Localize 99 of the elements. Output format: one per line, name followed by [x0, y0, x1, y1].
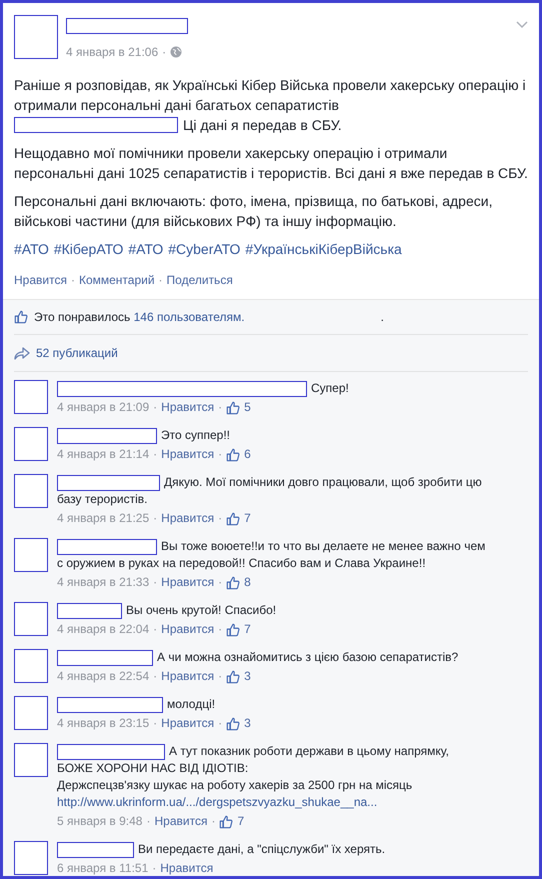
like-link[interactable]: Нравится	[161, 574, 214, 591]
comment-time[interactable]: 4 января в 21:14	[57, 446, 150, 463]
avatar-placeholder	[14, 538, 48, 572]
comment-text: А тут показник роботи держави в цьому напрямку,	[169, 743, 449, 760]
separator: ·	[153, 446, 158, 463]
dot: .	[380, 309, 384, 326]
hashtag-link[interactable]: #УкраїнськіКіберВійська	[245, 239, 402, 259]
separator: ·	[218, 446, 222, 463]
like-link[interactable]: Нравится	[154, 813, 208, 830]
like-link[interactable]: Нравится	[161, 621, 214, 638]
separator: ·	[146, 813, 150, 830]
comment-time[interactable]: 4 января в 21:33	[57, 574, 150, 591]
comment-text: Это суппер!!	[161, 427, 230, 444]
globe-icon	[170, 46, 182, 58]
comment-text: БОЖЕ ХОРОНИ НАС ВІД ІДІОТІВ:	[57, 760, 250, 777]
thumbs-up-icon	[219, 814, 234, 828]
action-link[interactable]: Комментарий	[78, 271, 155, 289]
separator: ·	[153, 510, 158, 527]
thumbs-up-icon	[226, 400, 240, 414]
avatar-placeholder	[14, 602, 48, 636]
shares-link[interactable]: 52 публикаций	[36, 344, 118, 362]
comment-text: с оружием в руках на передовой!! Спасибо вам и Слава Украине!!	[57, 555, 427, 572]
comment-text: Супер!	[311, 380, 349, 397]
thumbs-up-icon	[226, 448, 240, 462]
avatar-placeholder	[14, 743, 48, 777]
thumbs-up-icon	[226, 670, 240, 684]
post-text: Ці дані я передав в СБУ.	[183, 116, 342, 135]
like-count[interactable]: 6	[244, 446, 251, 463]
comment-link[interactable]: http://www.ukrinform.ua/.../dergspetszvyazku_shukae__na...	[57, 794, 528, 811]
comment-text: Держспецзв'язку шукає на роботу хакерів за 2500 грн на місяць	[57, 777, 414, 794]
likes-link[interactable]: 146 пользователям.	[134, 310, 245, 324]
chevron-down-icon[interactable]	[516, 21, 528, 29]
like-link[interactable]: Нравится	[161, 510, 214, 527]
comment-time[interactable]: 4 января в 22:54	[57, 668, 150, 685]
like-count[interactable]: 3	[244, 668, 251, 685]
separator: ·	[153, 668, 158, 685]
comment-time[interactable]: 4 января в 21:09	[57, 399, 150, 416]
avatar-placeholder	[14, 380, 48, 414]
hashtag-link[interactable]: #АТО	[14, 239, 49, 259]
separator: ·	[218, 574, 222, 591]
comment-time[interactable]: 4 января в 23:15	[57, 715, 150, 732]
comment-text: А чи можна ознайомитись з цією базою сепаратистів?	[157, 649, 458, 666]
likes-summary: Это понравилось 146 пользователям.	[34, 309, 245, 326]
post-text: Нещодавно мої помічники провели хакерську операцію і отримали персональні дані 1025 сепаратистів і терористів. Всі дані я вже передав в СБУ.	[14, 145, 528, 181]
redaction-box	[57, 602, 122, 618]
thumbs-up-icon	[14, 310, 28, 324]
thumbs-up-icon	[226, 716, 240, 730]
like-link[interactable]: Нравится	[161, 446, 214, 463]
avatar-placeholder	[14, 427, 48, 461]
like-count[interactable]: 7	[237, 813, 244, 830]
thumbs-up-icon	[226, 512, 240, 526]
thumbs-up-icon	[226, 576, 240, 590]
separator: ·	[153, 715, 158, 732]
separator: ·	[218, 715, 222, 732]
like-count[interactable]: 5	[244, 399, 251, 416]
comment-time[interactable]: 5 января в 9:48	[57, 813, 142, 830]
hashtag-link[interactable]: #КіберАТО	[54, 239, 124, 259]
separator: ·	[70, 272, 75, 289]
post-text: Персональні дані включають: фото, імена, прізвища, по батькові, адреси, військові частини (для військових РФ) та іншу інформацію.	[14, 193, 492, 229]
separator: ·	[211, 813, 216, 830]
thumbs-up-icon	[226, 622, 240, 636]
comment-time[interactable]: 6 января в 11:51	[57, 860, 148, 876]
avatar-placeholder	[14, 15, 58, 59]
like-count[interactable]: 7	[244, 510, 251, 527]
like-link[interactable]: Нравится	[160, 860, 214, 876]
comment-time[interactable]: 4 января в 22:04	[57, 621, 150, 638]
action-link[interactable]: Нравится	[14, 271, 67, 289]
action-link[interactable]: Поделиться	[166, 271, 233, 289]
comment-text: Дякую. Мої помічники довго працювали, щоб зробити цю	[164, 474, 482, 491]
hashtag-link[interactable]: #АТО	[128, 239, 164, 259]
like-count[interactable]: 7	[244, 621, 251, 638]
separator: ·	[153, 399, 158, 416]
like-link[interactable]: Нравится	[161, 715, 214, 732]
separator: ·	[218, 399, 222, 416]
comment-text: Вы очень крутой! Спасибо!	[126, 602, 276, 619]
separator: ·	[153, 621, 158, 638]
share-arrow-icon	[14, 346, 30, 360]
avatar-placeholder	[14, 649, 48, 683]
separator: ·	[218, 668, 222, 685]
separator: ·	[162, 44, 166, 61]
post-time[interactable]: 4 января в 21:06	[66, 43, 158, 61]
separator: ·	[153, 574, 158, 591]
hashtag-link[interactable]: #CyberАТО	[168, 239, 240, 259]
like-link[interactable]: Нравится	[161, 399, 214, 416]
avatar-placeholder	[14, 696, 48, 730]
comment-time[interactable]: 4 января в 21:25	[57, 510, 150, 527]
comment-text: молодці!	[167, 696, 216, 713]
separator: ·	[152, 860, 156, 876]
like-link[interactable]: Нравится	[161, 668, 214, 685]
separator: ·	[158, 272, 163, 289]
comment-text: Вы тоже воюете!!и то что вы делаете не менее важно чем	[161, 538, 486, 555]
comment-text: Ви передаєте дані, а "спіцслужби" їх херять.	[138, 841, 386, 858]
avatar-placeholder	[14, 474, 48, 508]
separator: ·	[218, 510, 222, 527]
separator: ·	[218, 621, 222, 638]
post-text: Раніше я розповідав, як Українські Кібер Війська провели хакерську операцію і отримали персональні дані багатьох сепаратистів	[14, 76, 527, 115]
like-count[interactable]: 8	[244, 574, 251, 591]
comment-text: базу терористів.	[57, 491, 148, 508]
like-count[interactable]: 3	[244, 715, 251, 732]
